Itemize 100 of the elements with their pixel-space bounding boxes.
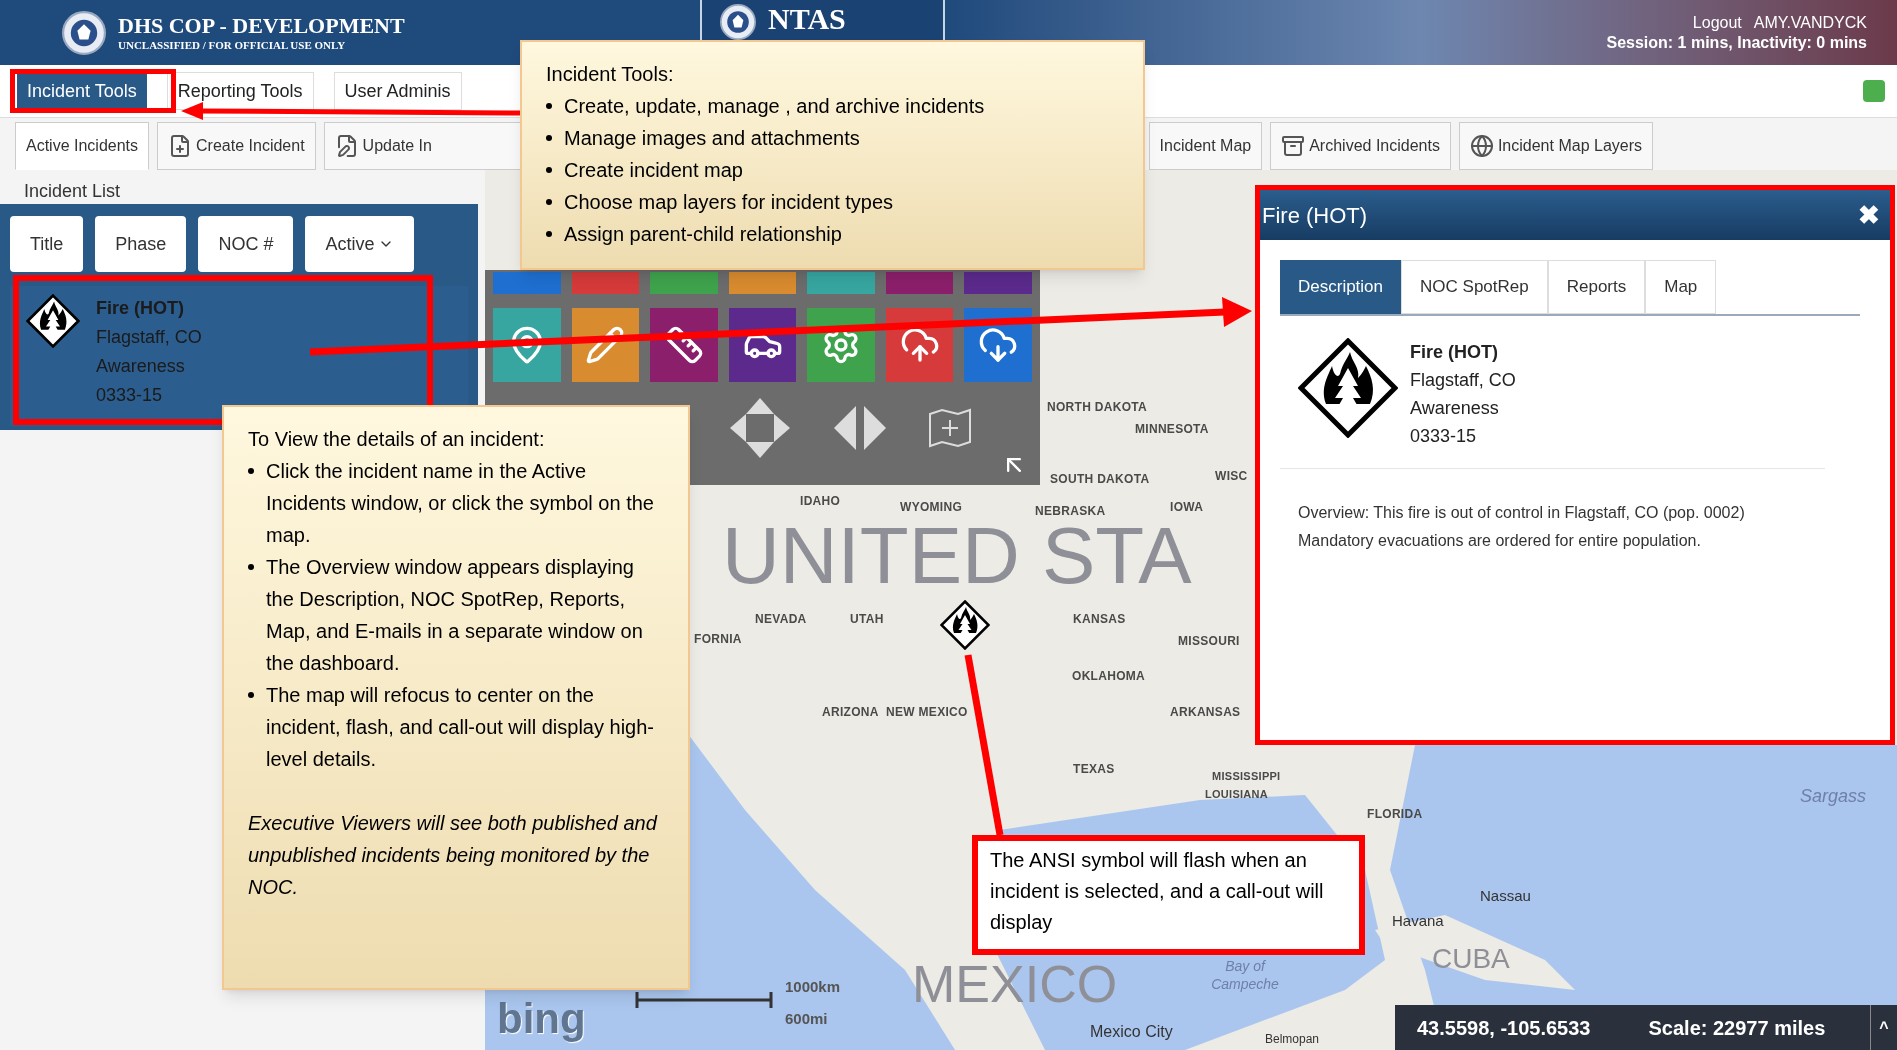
session-info: Session: 1 mins, Inactivity: 0 mins	[1606, 32, 1867, 53]
map-label: Sargass	[1800, 785, 1867, 808]
popup-title: Fire (HOT)	[1262, 201, 1368, 230]
map-label: Belmopan	[1265, 1031, 1320, 1048]
panel-title: Incident List	[23, 180, 122, 203]
toolbar-tab[interactable]: Archived Incidents	[1270, 122, 1451, 170]
bing-logo: bing	[497, 998, 586, 1040]
popup-tab[interactable]: Map	[1645, 260, 1717, 314]
map-tool-button[interactable]	[728, 308, 797, 382]
map-tool-button[interactable]	[964, 308, 1033, 382]
callout-bullet: Choose map layers for incident types	[564, 190, 894, 215]
callout-title: To View the details of an incident:	[248, 427, 546, 452]
callout-bullet: Click the incident name in the Active Incidents window, or click the symbol on the map.	[266, 459, 655, 548]
bullet-icon	[546, 103, 552, 109]
map-label: NORTH DAKOTA	[1047, 399, 1148, 416]
scale-km: 1000km	[785, 977, 841, 997]
toolbar-tab[interactable]: Incident Map Layers	[1458, 122, 1653, 170]
filter-button[interactable]: Active	[305, 216, 415, 272]
incident-location: Flagstaff, CO	[96, 326, 202, 349]
callout-bullet: Manage images and attachments	[564, 126, 860, 151]
map-label: NEW MEXICO	[886, 704, 968, 721]
map-label: FORNIA	[694, 631, 742, 648]
map-tool-button[interactable]	[807, 308, 875, 382]
map-label: TEXAS	[1073, 761, 1115, 778]
popup-tab[interactable]: Description	[1280, 260, 1402, 314]
logout-link[interactable]: Logout	[1692, 12, 1742, 33]
pencil-icon	[585, 325, 626, 365]
user-name: AMY.VANDYCK	[1753, 12, 1867, 33]
callout-bullet: Create incident map	[564, 158, 743, 183]
callout-title: Incident Tools:	[546, 62, 675, 87]
map-label: NEVADA	[755, 611, 807, 628]
bullet-icon	[546, 231, 552, 237]
expand-button[interactable]: ^	[1870, 1005, 1897, 1050]
incident-name: Fire (HOT)	[96, 297, 185, 320]
banner-text: NTAS	[768, 4, 846, 34]
callout-remark: Executive Viewers will see both published and unpublished incidents being monitored by the NOC.	[248, 811, 659, 900]
bullet-icon	[248, 692, 254, 698]
seal-icon	[62, 10, 106, 55]
map-label: LOUISIANA	[1205, 787, 1268, 802]
map-label: UTAH	[850, 611, 884, 628]
incident-number: 0333-15	[96, 384, 164, 407]
archive-icon	[1281, 134, 1306, 158]
map-label: IOWA	[1170, 499, 1204, 516]
map-label: WYOMING	[900, 499, 963, 516]
filter-button[interactable]: Title	[10, 216, 84, 272]
status-indicator	[1863, 80, 1885, 102]
toolbar-tab[interactable]: Create Incident	[157, 122, 316, 170]
overview-text: Mandatory evacuations are ordered for entire population.	[1298, 531, 1702, 551]
map-label: Mexico City	[1090, 1022, 1173, 1042]
map-label: FLORIDA	[1367, 806, 1423, 823]
map-label: WISC	[1215, 468, 1248, 485]
bullet-icon	[546, 135, 552, 141]
toolbar-tab[interactable]: Active Incidents	[15, 122, 150, 170]
map-label: MINNESOTA	[1135, 421, 1209, 438]
map-tool-button[interactable]	[571, 308, 640, 382]
map-move-icon[interactable]	[928, 408, 972, 448]
close-button[interactable]: ✖	[1850, 195, 1888, 235]
callout-bullet: Assign parent-child relationship	[564, 222, 842, 247]
split-arrows-icon[interactable]	[832, 403, 888, 453]
incident-phase: Awareness	[1410, 397, 1500, 420]
callout-bullet: The map will refocus to center on the incident, flash, and call-out will display high-level details.	[266, 683, 655, 772]
pan-arrows-icon[interactable]	[728, 396, 792, 460]
popup-tab[interactable]: Reports	[1547, 260, 1646, 314]
app-title: DHS COP - DEVELOPMENT	[118, 11, 405, 40]
popup-tab[interactable]: NOC SpotRep	[1401, 260, 1548, 314]
bullet-icon	[248, 564, 254, 570]
callout-bullet: The Overview window appears displaying the Description, NOC SpotRep, Reports, Map, and E-mails in a separate window on the dashboard.	[266, 555, 644, 676]
fire-hazard-icon	[26, 294, 80, 348]
bullet-icon	[546, 167, 552, 173]
menu-tab[interactable]: Reporting Tools	[166, 72, 314, 110]
map-tool-button[interactable]	[650, 308, 718, 382]
seal-icon	[720, 4, 756, 40]
map-scale: Scale: 22977 miles	[1648, 1015, 1826, 1041]
classification-label: UNCLASSIFIED / FOR OFFICIAL USE ONLY	[118, 39, 347, 54]
incident-name: Fire (HOT)	[1410, 341, 1499, 364]
map-label: CUBA	[1432, 945, 1510, 973]
coordinates: 43.5598, -105.6533	[1417, 1015, 1591, 1041]
bullet-icon	[546, 199, 552, 205]
menu-tab[interactable]: User Adminis	[333, 72, 462, 110]
map-label: Bay of Campeche	[1210, 958, 1280, 993]
bullet-icon	[248, 468, 254, 474]
overview-text: Overview: This fire is out of control in Flagstaff, CO (pop. 0002)	[1298, 503, 1746, 523]
toolbar-tab[interactable]: Incident Map	[1148, 122, 1263, 170]
map-label: Nassau	[1480, 886, 1531, 906]
incident-phase: Awareness	[96, 355, 186, 378]
incident-number: 0333-15	[1410, 425, 1478, 448]
globe-icon	[1469, 134, 1494, 158]
fire-hazard-icon	[1298, 338, 1398, 438]
filter-button[interactable]: NOC #	[198, 216, 294, 272]
callout-bullet: Create, update, manage , and archive incidents	[564, 94, 985, 119]
map-label: SOUTH DAKOTA	[1050, 471, 1150, 488]
map-label: IDAHO	[800, 493, 841, 510]
scale-mi: 600mi	[785, 1009, 828, 1029]
cloud-download-icon	[978, 325, 1019, 365]
map-label: KANSAS	[1073, 611, 1126, 628]
map-label: MISSISSIPPI	[1212, 769, 1281, 784]
map-tool-button[interactable]	[885, 308, 954, 382]
map-label: Havana	[1392, 911, 1444, 931]
incident-marker-icon	[940, 600, 990, 650]
filter-button[interactable]: Phase	[95, 216, 187, 272]
